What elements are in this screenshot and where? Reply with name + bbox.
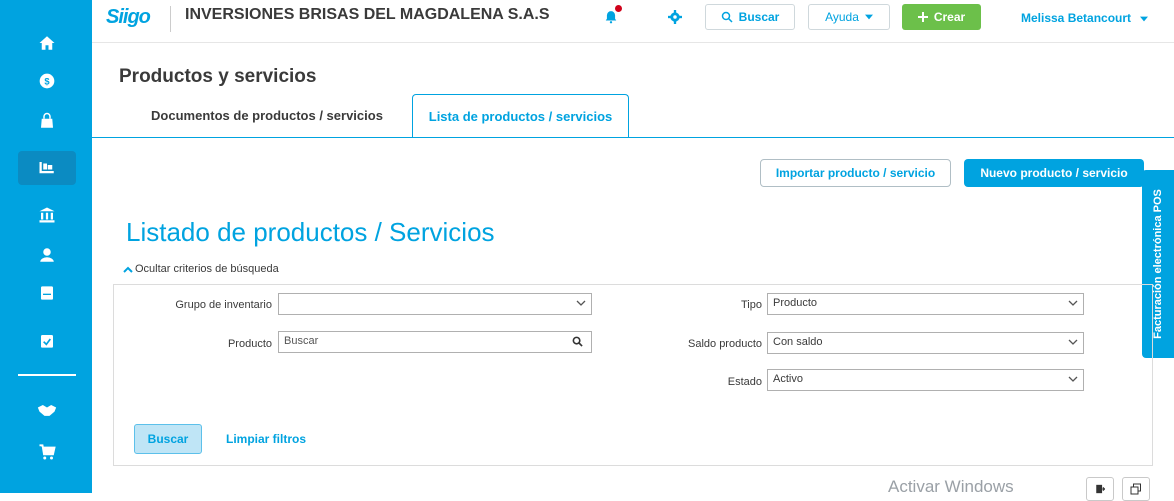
inventory-cart-icon[interactable] (18, 151, 76, 185)
chevron-down-icon (1068, 300, 1078, 306)
shopping-bag-icon[interactable] (18, 104, 76, 138)
sidebar-divider (18, 374, 76, 376)
notification-badge (615, 5, 622, 12)
gear-icon[interactable] (666, 8, 684, 26)
user-icon[interactable] (18, 238, 76, 272)
restore-window-icon[interactable] (1122, 477, 1150, 501)
create-button[interactable]: Crear (902, 4, 981, 30)
bank-icon[interactable] (18, 198, 76, 232)
search-icon[interactable] (572, 336, 583, 347)
clipboard-check-icon[interactable] (18, 324, 76, 358)
new-product-button[interactable]: Nuevo producto / servicio (964, 159, 1144, 187)
type-select[interactable]: Producto (767, 293, 1084, 315)
search-submit-button[interactable]: Buscar (134, 424, 202, 454)
product-balance-value: Con saldo (773, 336, 823, 348)
type-label: Tipo (741, 299, 762, 311)
product-label: Producto (227, 338, 272, 350)
page-title: Productos y servicios (119, 66, 317, 87)
caret-down-icon (864, 14, 873, 20)
search-button[interactable]: Buscar (705, 4, 795, 30)
tab-product-list[interactable]: Lista de productos / servicios (412, 94, 629, 138)
header-divider (170, 6, 171, 32)
siigo-logo[interactable]: Siigo (106, 6, 151, 29)
status-label: Estado (727, 376, 762, 388)
status-select[interactable]: Activo (767, 369, 1084, 391)
book-icon[interactable] (18, 276, 76, 310)
money-icon[interactable]: $ (18, 64, 76, 98)
product-search-placeholder: Buscar (284, 335, 319, 347)
search-button-label: Buscar (738, 10, 780, 24)
user-name: Melissa Betancourt (1021, 11, 1132, 25)
inventory-group-select[interactable] (278, 293, 592, 315)
chevron-down-icon (1068, 339, 1078, 345)
chevron-down-icon (576, 300, 586, 306)
export-icon[interactable] (1086, 477, 1114, 501)
list-title: Listado de productos / Servicios (126, 217, 495, 247)
search-icon (721, 11, 733, 23)
help-label: Ayuda (825, 10, 859, 24)
inventory-group-label: Grupo de inventario (175, 299, 272, 311)
pos-invoicing-label: Facturación electrónica POS (1152, 189, 1164, 339)
create-button-label: Crear (933, 10, 966, 24)
product-search-input[interactable]: Buscar (278, 331, 592, 353)
tabs-underline (92, 137, 1174, 138)
user-menu[interactable]: Melissa Betancourt (1021, 11, 1149, 25)
toggle-search-criteria[interactable]: Ocultar criterios de búsqueda (123, 263, 279, 275)
svg-text:$: $ (44, 76, 50, 86)
top-bar: Siigo INVERSIONES BRISAS DEL MAGDALENA S… (92, 0, 1174, 43)
cart-icon[interactable] (18, 435, 76, 469)
type-value: Producto (773, 297, 818, 309)
product-balance-select[interactable]: Con saldo (767, 332, 1084, 354)
help-dropdown[interactable]: Ayuda (808, 4, 890, 30)
status-value: Activo (773, 373, 803, 385)
home-icon[interactable] (18, 26, 76, 60)
windows-activation-watermark: Activar Windows (888, 477, 1014, 496)
plus-icon (917, 12, 928, 22)
toggle-criteria-label: Ocultar criterios de búsqueda (135, 263, 279, 275)
import-product-button[interactable]: Importar producto / servicio (760, 159, 951, 187)
company-name: INVERSIONES BRISAS DEL MAGDALENA S.A.S (185, 6, 550, 23)
clear-filters-link[interactable]: Limpiar filtros (226, 432, 306, 446)
sidebar: $ (0, 0, 92, 493)
caret-down-icon (1140, 16, 1149, 22)
tab-product-documents[interactable]: Documentos de productos / servicios (132, 94, 402, 137)
chevron-up-icon (123, 266, 133, 273)
handshake-icon[interactable] (18, 393, 76, 427)
product-balance-label: Saldo producto (688, 338, 762, 350)
bell-icon[interactable] (602, 5, 622, 26)
chevron-down-icon (1068, 376, 1078, 382)
